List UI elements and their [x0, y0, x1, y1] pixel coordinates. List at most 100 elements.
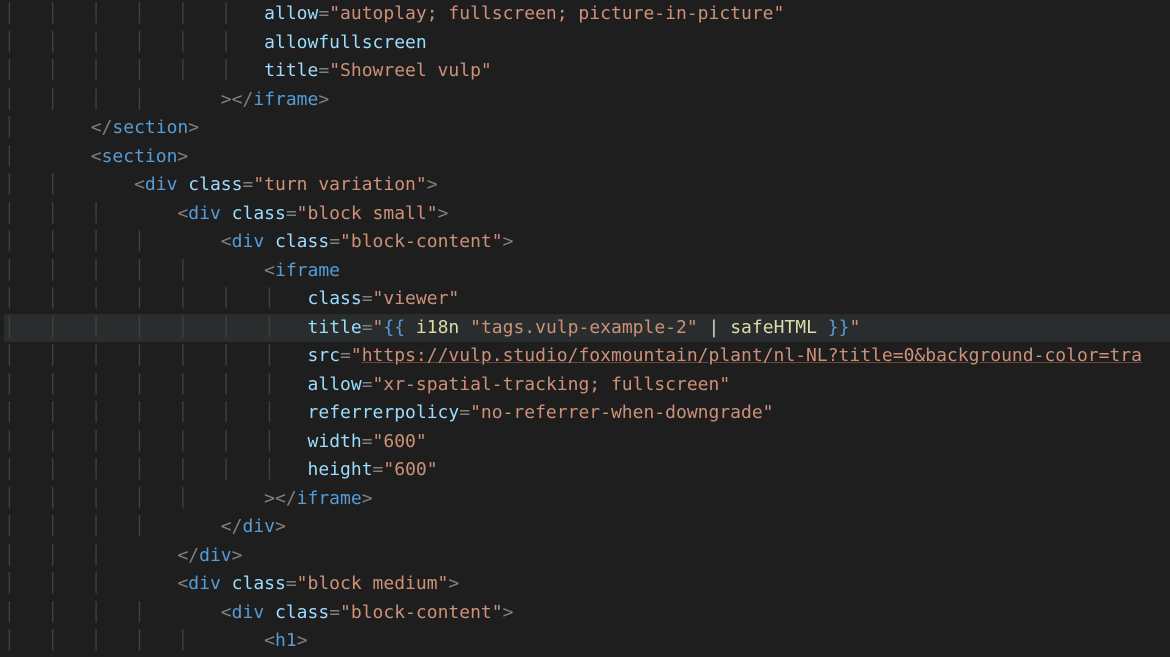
token-tag: section — [112, 117, 188, 138]
token-br: < — [264, 630, 275, 651]
token-attr: class — [188, 174, 242, 195]
token-tag: div — [242, 516, 275, 537]
token-br: < — [221, 231, 232, 252]
token-attr: class — [308, 288, 362, 309]
token-br: > — [188, 117, 199, 138]
token-str: "block-content" — [340, 231, 503, 252]
token-attr: title — [264, 60, 318, 81]
code-line[interactable]: │ │ │ <div class="block small"> — [4, 200, 1170, 229]
token-attr: class — [275, 231, 329, 252]
token-tag: div — [188, 573, 221, 594]
token-sp — [221, 203, 232, 224]
token-str: "600" — [383, 459, 437, 480]
code-line[interactable]: │ │ │ │ │ <iframe — [4, 257, 1170, 286]
code-line[interactable]: │ │ │ │ │ │ title="Showreel vulp" — [4, 57, 1170, 86]
code-line[interactable]: │ <section> — [4, 143, 1170, 172]
token-str: "block medium" — [297, 573, 449, 594]
token-tmpl-delim: {{ — [383, 317, 416, 338]
code-line[interactable]: │ │ │ │ │ ></iframe> — [4, 485, 1170, 514]
code-line[interactable]: │ │ │ │ │ │ │ title="{{ i18n "tags.vulp-… — [4, 314, 1170, 343]
token-tag: iframe — [275, 260, 340, 281]
token-attr: class — [232, 203, 286, 224]
token-str: "autoplay; fullscreen; picture-in-pictur… — [329, 3, 784, 24]
token-sp — [221, 573, 232, 594]
token-br: ></ — [221, 89, 254, 110]
token-tmpl-delim: }} — [817, 317, 850, 338]
token-attr: src — [308, 345, 341, 366]
token-br: </ — [221, 516, 243, 537]
token-tmpl-str: "tags.vulp-example-2" — [470, 317, 698, 338]
token-sp — [459, 317, 470, 338]
token-str: "block small" — [297, 203, 438, 224]
token-attr: width — [308, 431, 362, 452]
token-str: " — [849, 317, 860, 338]
token-br: > — [275, 516, 286, 537]
code-line[interactable]: │ </section> — [4, 114, 1170, 143]
token-br: ></ — [264, 488, 297, 509]
code-line[interactable]: │ │ <div class="turn variation"> — [4, 171, 1170, 200]
token-br: > — [448, 573, 459, 594]
token-tag: div — [199, 545, 232, 566]
token-str: "viewer" — [373, 288, 460, 309]
token-br: > — [362, 488, 373, 509]
token-tmpl-op: | — [709, 317, 720, 338]
token-tmpl-id: safeHTML — [730, 317, 817, 338]
token-br: = — [459, 402, 470, 423]
token-br: > — [503, 602, 514, 623]
token-str: " — [351, 345, 362, 366]
token-br: = — [373, 459, 384, 480]
token-br: = — [329, 231, 340, 252]
token-br: > — [427, 174, 438, 195]
token-br: > — [232, 545, 243, 566]
token-br: = — [329, 602, 340, 623]
token-attr: allow — [264, 3, 318, 24]
token-br: < — [177, 573, 188, 594]
token-attr: allow — [308, 374, 362, 395]
token-tmpl-id: i18n — [416, 317, 459, 338]
token-attr: title — [308, 317, 362, 338]
code-line[interactable]: │ │ │ │ │ │ │ src="https://vulp.studio/f… — [4, 342, 1170, 371]
token-tag: div — [232, 602, 265, 623]
code-line[interactable]: │ │ │ │ │ │ │ width="600" — [4, 428, 1170, 457]
code-line[interactable]: │ │ │ │ <div class="block-content"> — [4, 228, 1170, 257]
code-line[interactable]: │ │ │ │ │ <h1> — [4, 627, 1170, 656]
token-tag: iframe — [253, 89, 318, 110]
code-line[interactable]: │ │ │ │ │ │ │ height="600" — [4, 456, 1170, 485]
token-br: = — [318, 3, 329, 24]
code-line[interactable]: │ │ │ │ ></iframe> — [4, 86, 1170, 115]
token-br: > — [177, 146, 188, 167]
code-line[interactable]: │ │ │ │ │ │ allow="autoplay; fullscreen;… — [4, 0, 1170, 29]
token-br: > — [503, 231, 514, 252]
code-line[interactable]: │ │ │ │ </div> — [4, 513, 1170, 542]
token-attr: class — [232, 573, 286, 594]
token-str: " — [373, 317, 384, 338]
token-br: = — [318, 60, 329, 81]
token-br: = — [340, 345, 351, 366]
code-line[interactable]: │ │ │ │ │ │ allowfullscreen — [4, 29, 1170, 58]
token-tag: div — [188, 203, 221, 224]
token-br: > — [438, 203, 449, 224]
token-br: < — [91, 146, 102, 167]
token-sp — [177, 174, 188, 195]
token-sp — [264, 602, 275, 623]
token-str: "xr-spatial-tracking; fullscreen" — [373, 374, 731, 395]
token-br: < — [134, 174, 145, 195]
code-line[interactable]: │ │ │ │ │ │ │ class="viewer" — [4, 285, 1170, 314]
code-line[interactable]: │ │ │ <div class="block medium"> — [4, 570, 1170, 599]
token-sp — [698, 317, 709, 338]
code-line[interactable]: │ │ │ │ │ │ │ referrerpolicy="no-referre… — [4, 399, 1170, 428]
code-editor[interactable]: │ │ │ │ │ │ allow="autoplay; fullscreen;… — [0, 0, 1170, 656]
code-line[interactable]: │ │ │ │ <div class="block-content"> — [4, 599, 1170, 628]
token-str: "turn variation" — [253, 174, 426, 195]
token-br: = — [242, 174, 253, 195]
token-tag: h1 — [275, 630, 297, 651]
token-br: </ — [91, 117, 113, 138]
token-br: = — [362, 317, 373, 338]
token-str: "Showreel vulp" — [329, 60, 492, 81]
token-attr: height — [308, 459, 373, 480]
token-br: > — [318, 89, 329, 110]
code-line[interactable]: │ │ │ </div> — [4, 542, 1170, 571]
token-br: = — [362, 288, 373, 309]
code-line[interactable]: │ │ │ │ │ │ │ allow="xr-spatial-tracking… — [4, 371, 1170, 400]
token-br: = — [362, 374, 373, 395]
